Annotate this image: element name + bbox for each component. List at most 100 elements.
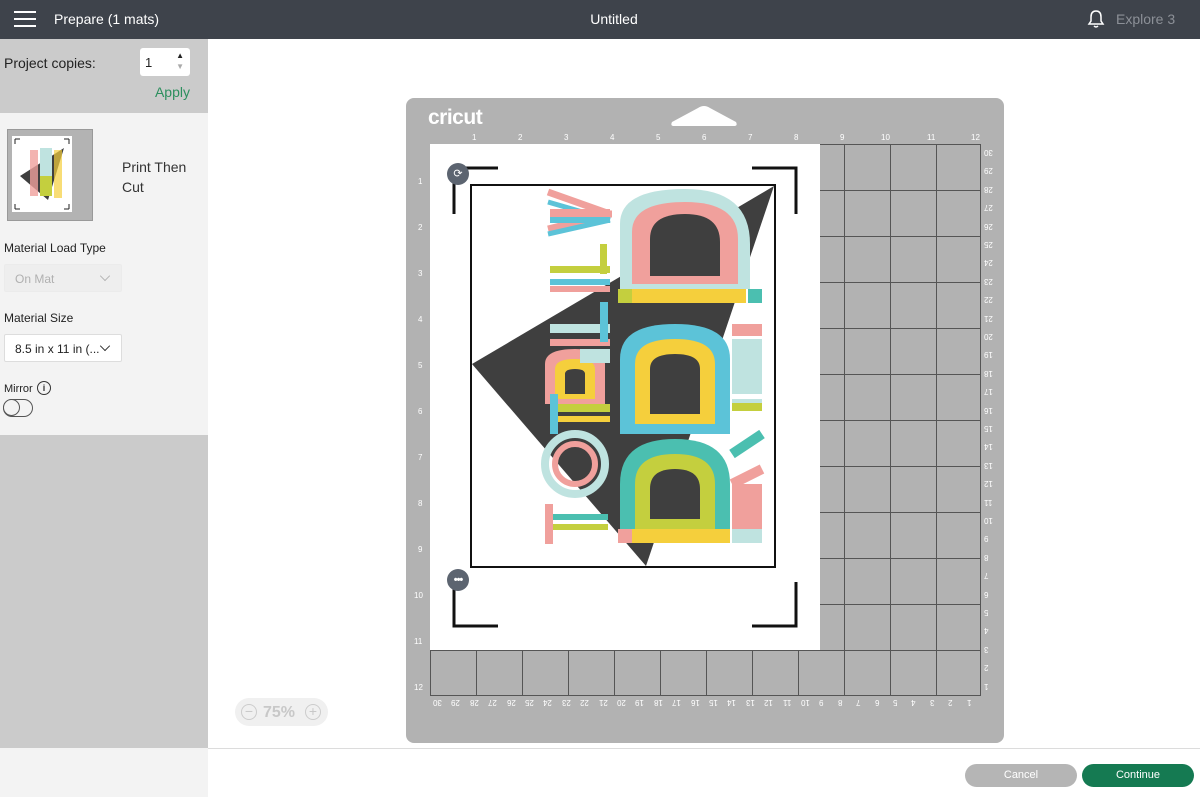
mat-type-label: Print Then Cut: [122, 159, 187, 195]
ruler-tick-label: 16: [984, 405, 993, 415]
rotate-icon[interactable]: ⟳: [447, 163, 469, 185]
material-load-type-value: On Mat: [15, 272, 55, 286]
ruler-tick-label: 2: [418, 223, 423, 232]
ruler-tick-label: 8: [984, 552, 989, 562]
ruler-tick-label: 30: [433, 698, 442, 707]
ruler-tick-label: 1: [472, 133, 477, 142]
copies-value[interactable]: 1: [145, 55, 152, 70]
ruler-tick-label: 28: [469, 698, 479, 707]
copies-label: Project copies:: [4, 55, 96, 71]
zoom-in-icon[interactable]: +: [305, 704, 321, 720]
ruler-tick-label: 10: [881, 133, 890, 142]
ruler-tick-label: 15: [984, 424, 993, 433]
mat-thumbnail[interactable]: [7, 129, 93, 221]
apply-button[interactable]: Apply: [155, 84, 190, 100]
totally-rad-artwork[interactable]: [470, 184, 776, 568]
material-load-type-select: On Mat: [4, 264, 122, 292]
decrement-arrow-icon[interactable]: ▼: [176, 62, 184, 71]
ruler-tick-label: 20: [984, 332, 993, 341]
ruler-tick-label: 12: [984, 479, 993, 489]
ruler-tick-label: 18: [984, 368, 993, 378]
ruler-tick-label: 4: [984, 626, 989, 636]
top-bar: Prepare (1 mats) Untitled Explore 3: [0, 0, 1200, 39]
ruler-tick-label: 27: [488, 698, 498, 707]
continue-button[interactable]: Continue: [1082, 764, 1194, 787]
info-icon[interactable]: i: [37, 381, 51, 395]
ruler-tick-label: 18: [653, 698, 663, 707]
ruler-tick-label: 12: [414, 683, 423, 692]
cutting-mat: cricut ⟳ ••• 1 2 3 4 5 6 7 8 9 10 11 12 …: [406, 98, 1004, 743]
toggle-knob: [3, 399, 20, 416]
ruler-tick-label: 27: [984, 203, 993, 213]
chevron-down-icon: [99, 270, 111, 282]
material-size-value: 8.5 in x 11 in (...: [15, 342, 100, 356]
ruler-tick-label: 23: [984, 276, 993, 286]
ruler-tick-label: 17: [984, 387, 993, 397]
ruler-tick-label: 6: [984, 589, 989, 599]
ruler-tick-label: 10: [801, 698, 810, 707]
ruler-tick-label: 24: [984, 258, 993, 268]
ruler-tick-label: 23: [561, 698, 571, 707]
ruler-tick-label: 24: [543, 698, 553, 707]
ruler-tick-label: 19: [984, 350, 993, 360]
ruler-tick-label: 9: [840, 133, 845, 142]
cricut-logo: cricut: [428, 106, 483, 129]
sidebar: Project copies: 1 ▲ ▼ Apply Print Then C…: [0, 39, 208, 797]
ruler-tick-label: 3: [564, 133, 569, 142]
zoom-level: 75%: [263, 704, 296, 721]
sidebar-footer: [0, 748, 208, 797]
ruler-tick-label: 5: [656, 133, 661, 142]
ruler-tick-label: 22: [580, 698, 590, 707]
ruler-tick-label: 12: [764, 698, 774, 707]
zoom-out-icon[interactable]: −: [241, 704, 257, 720]
ruler-tick-label: 6: [702, 133, 707, 142]
ruler-tick-label: 29: [451, 698, 461, 707]
zoom-control: − 75% +: [235, 698, 328, 726]
ruler-tick-label: 20: [617, 698, 626, 707]
ruler-tick-label: 8: [794, 133, 799, 142]
ruler-tick-label: 5: [418, 361, 423, 370]
footer-bar: Cancel Continue: [208, 748, 1200, 797]
ruler-tick-label: 7: [984, 571, 989, 581]
material-size-select[interactable]: 8.5 in x 11 in (...: [4, 334, 122, 362]
ruler-tick-label: 9: [819, 698, 824, 707]
ruler-tick-label: 30: [984, 148, 993, 157]
cancel-button[interactable]: Cancel: [965, 764, 1077, 787]
grid-line: [844, 145, 845, 695]
ruler-tick-label: 5: [893, 698, 898, 707]
ruler-tick-label: 8: [837, 698, 843, 707]
ruler-tick-label: 14: [984, 442, 993, 452]
machine-selector[interactable]: Explore 3: [1116, 11, 1175, 27]
ruler-tick-label: 7: [856, 698, 861, 707]
ruler-tick-label: 9: [984, 534, 989, 544]
ruler-tick-label: 22: [984, 295, 993, 305]
grid-line: [431, 650, 980, 651]
ruler-tick-label: 10: [984, 516, 993, 525]
mat-notch-icon: [671, 106, 737, 126]
ruler-tick-label: 6: [418, 407, 423, 416]
ruler-tick-label: 1: [984, 681, 989, 691]
thumbnail-artwork: [14, 138, 70, 210]
ruler-tick-label: 2: [518, 133, 523, 142]
more-options-icon[interactable]: •••: [447, 569, 469, 591]
ruler-tick-label: 1: [418, 177, 423, 186]
ruler-tick-label: 25: [525, 698, 534, 707]
ruler-tick-label: 5: [984, 608, 989, 617]
ruler-tick-label: 13: [745, 698, 755, 707]
ruler-tick-label: 7: [418, 453, 423, 462]
ruler-tick-label: 7: [748, 133, 753, 142]
ruler-tick-label: 6: [874, 698, 880, 707]
chevron-down-icon: [99, 340, 111, 352]
ruler-tick-label: 11: [927, 133, 936, 142]
bell-icon[interactable]: [1087, 9, 1105, 29]
copies-stepper[interactable]: 1 ▲ ▼: [140, 48, 190, 76]
ruler-tick-label: 26: [506, 698, 516, 707]
grid-line: [890, 145, 891, 695]
ruler-tick-label: 11: [782, 698, 791, 707]
ruler-tick-label: 14: [727, 698, 737, 707]
mirror-label: Mirror: [4, 383, 33, 395]
ruler-tick-label: 10: [414, 591, 423, 600]
mirror-toggle[interactable]: [3, 399, 33, 417]
ruler-tick-label: 4: [418, 315, 423, 324]
increment-arrow-icon[interactable]: ▲: [176, 51, 184, 60]
